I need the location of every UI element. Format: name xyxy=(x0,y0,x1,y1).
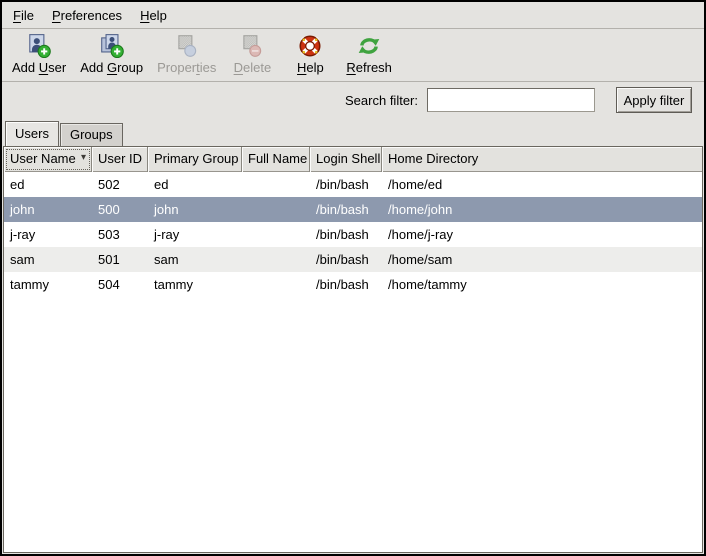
add-group-icon xyxy=(99,33,125,59)
properties-button: Properties xyxy=(150,32,223,76)
properties-label: Properties xyxy=(157,60,216,75)
help-icon xyxy=(297,33,323,59)
table-row-j-ray[interactable]: j-ray 503 j-ray /bin/bash /home/j-ray xyxy=(4,222,702,247)
user-manager-window: File Preferences Help Add User xyxy=(0,0,706,556)
column-header-full-name[interactable]: Full Name xyxy=(242,147,310,172)
search-filter-label: Search filter: xyxy=(345,93,418,108)
table-body: ed 502 ed /bin/bash /home/ed john 500 jo… xyxy=(4,172,702,552)
table-row-sam[interactable]: sam 501 sam /bin/bash /home/sam xyxy=(4,247,702,272)
delete-button: Delete xyxy=(223,32,281,76)
refresh-button[interactable]: Refresh xyxy=(339,32,399,76)
sort-arrow-icon: ▾ xyxy=(81,151,91,163)
column-header-primary-group[interactable]: Primary Group xyxy=(148,147,242,172)
toolbar: Add User Add Group xyxy=(2,29,704,82)
menu-help[interactable]: Help xyxy=(131,4,176,27)
table-header: User Name ▾ User ID Primary Group Full N… xyxy=(4,147,702,172)
refresh-label: Refresh xyxy=(346,60,392,75)
column-header-user-name[interactable]: User Name ▾ xyxy=(4,147,92,172)
menu-preferences[interactable]: Preferences xyxy=(43,4,131,27)
properties-icon xyxy=(174,33,200,59)
tab-strip: Users Groups xyxy=(2,118,704,146)
table-row-ed[interactable]: ed 502 ed /bin/bash /home/ed xyxy=(4,172,702,197)
search-filter-input[interactable] xyxy=(427,88,595,112)
tab-users[interactable]: Users xyxy=(5,121,59,146)
menu-bar: File Preferences Help xyxy=(2,2,704,29)
apply-filter-button[interactable]: Apply filter xyxy=(616,87,692,113)
delete-icon xyxy=(239,33,265,59)
menu-file[interactable]: File xyxy=(4,4,43,27)
help-label: Help xyxy=(297,60,324,75)
add-user-icon xyxy=(26,33,52,59)
table-row-tammy[interactable]: tammy 504 tammy /bin/bash /home/tammy xyxy=(4,272,702,297)
refresh-icon xyxy=(356,33,382,59)
column-header-user-id[interactable]: User ID xyxy=(92,147,148,172)
add-group-button[interactable]: Add Group xyxy=(73,32,150,76)
column-header-login-shell[interactable]: Login Shell xyxy=(310,147,382,172)
search-filter-row: Search filter: Apply filter xyxy=(2,82,704,118)
column-header-home-directory[interactable]: Home Directory xyxy=(382,147,702,172)
table-row-john-selected[interactable]: john 500 john /bin/bash /home/john xyxy=(4,197,702,222)
add-user-label: Add User xyxy=(12,60,66,75)
users-table: User Name ▾ User ID Primary Group Full N… xyxy=(3,146,703,553)
help-button[interactable]: Help xyxy=(281,32,339,76)
add-group-label: Add Group xyxy=(80,60,143,75)
add-user-button[interactable]: Add User xyxy=(5,32,73,76)
delete-label: Delete xyxy=(234,60,272,75)
tab-groups[interactable]: Groups xyxy=(60,123,123,146)
